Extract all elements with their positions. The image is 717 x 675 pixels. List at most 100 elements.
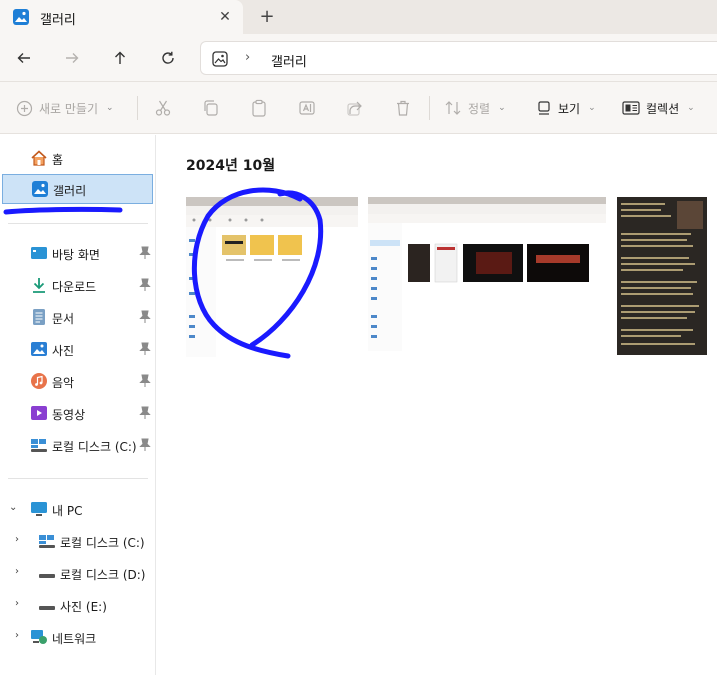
sidebar-item-label: 사진 (52, 344, 75, 358)
sidebar-item-music[interactable]: 음악 (0, 366, 156, 396)
sidebar-item-pictures[interactable]: 사진 (0, 334, 156, 364)
sidebar-item-local-disk-c[interactable]: 로컬 디스크 (C:) (0, 430, 156, 460)
new-button-label: 새로 만들기 (39, 101, 99, 116)
sidebar-item-network[interactable]: › 네트워크 (0, 622, 156, 652)
rename-icon (299, 101, 315, 115)
arrow-up-icon (115, 51, 125, 64)
sidebar-item-videos[interactable]: 동영상 (0, 398, 156, 428)
up-button[interactable] (108, 46, 132, 70)
new-tab-button[interactable]: + (256, 6, 278, 28)
sidebar-item-label: 홈 (52, 153, 64, 167)
sidebar-item-label: 문서 (52, 312, 75, 326)
sidebar-item-label: 네트워크 (52, 632, 97, 646)
video-icon (31, 406, 47, 420)
pc-icon (31, 502, 47, 516)
sidebar-item-gallery[interactable]: 갤러리 (2, 174, 153, 204)
pin-icon[interactable] (139, 278, 151, 292)
sidebar-item-label: 로컬 디스크 (D:) (60, 568, 146, 582)
trash-icon (397, 100, 409, 116)
sidebar-item-label: 다운로드 (52, 280, 97, 294)
sort-button[interactable]: 정렬 ⌄ (444, 96, 506, 120)
desktop-icon (31, 247, 47, 259)
music-icon (31, 373, 47, 389)
chevron-right-icon[interactable]: › (15, 630, 19, 641)
tab-gallery[interactable]: 갤러리 ✕ (0, 0, 243, 34)
sidebar-item-downloads[interactable]: 다운로드 (0, 270, 156, 300)
divider (8, 478, 148, 479)
delete-button[interactable] (394, 96, 412, 120)
explorer-screenshot-image (186, 197, 358, 357)
chevron-right-icon[interactable]: › (15, 566, 19, 577)
breadcrumb-gallery[interactable]: 갤러리 (271, 51, 307, 70)
share-button[interactable] (346, 96, 364, 120)
view-label: 보기 (558, 101, 581, 116)
chevron-right-icon[interactable]: › (15, 534, 19, 545)
drive-icon (39, 606, 55, 610)
sidebar-item-label: 사진 (E:) (60, 600, 107, 614)
copy-icon (204, 100, 218, 116)
chevron-down-icon[interactable]: ⌄ (9, 502, 17, 513)
clipboard-icon (252, 99, 266, 117)
home-icon (31, 150, 47, 166)
gallery-thumbnail[interactable] (186, 197, 358, 357)
pin-icon[interactable] (139, 310, 151, 324)
rename-button[interactable] (298, 96, 316, 120)
pin-icon[interactable] (139, 438, 151, 452)
sidebar-item-drive-c[interactable]: › 로컬 디스크 (C:) (0, 526, 156, 556)
sidebar-item-label: 내 PC (52, 504, 83, 518)
copy-button[interactable] (202, 96, 220, 120)
sort-label: 정렬 (468, 101, 491, 116)
divider (8, 223, 148, 224)
sidebar-item-documents[interactable]: 문서 (0, 302, 156, 332)
breadcrumb-separator: › (245, 50, 251, 65)
sort-icon (445, 101, 461, 115)
sidebar-item-label: 동영상 (52, 408, 86, 422)
sidebar-item-label: 로컬 디스크 (C:) (60, 536, 145, 550)
tab-close-button[interactable]: ✕ (214, 6, 236, 28)
cut-button[interactable] (154, 96, 172, 120)
navigation-bar: › 갤러리 (0, 34, 717, 82)
gallery-outline-icon (212, 51, 228, 67)
pin-icon[interactable] (139, 374, 151, 388)
gallery-thumbnail[interactable] (617, 197, 707, 355)
tab-title: 갤러리 (40, 13, 76, 28)
sidebar-item-drive-d[interactable]: › 로컬 디스크 (D:) (0, 558, 156, 588)
sidebar-item-this-pc[interactable]: ⌄ 내 PC (0, 494, 156, 524)
gallery-icon (32, 181, 48, 197)
gallery-icon (13, 9, 29, 25)
windows-drive-icon (39, 535, 55, 548)
view-icon (538, 101, 550, 115)
address-bar[interactable]: › 갤러리 (200, 41, 717, 75)
pin-icon[interactable] (139, 406, 151, 420)
sidebar-item-home[interactable]: 홈 (0, 143, 156, 173)
refresh-button[interactable] (156, 46, 180, 70)
pin-icon[interactable] (139, 246, 151, 260)
explorer-game-screenshot-image (368, 197, 606, 351)
view-button[interactable]: 보기 ⌄ (536, 96, 596, 120)
gallery-content: 2024년 10월 (157, 135, 717, 675)
chevron-right-icon[interactable]: › (15, 598, 19, 609)
scissors-icon (155, 100, 171, 116)
sidebar-item-desktop[interactable]: 바탕 화면 (0, 238, 156, 268)
chevron-down-icon: ⌄ (588, 103, 596, 113)
new-button[interactable]: 새로 만들기 ⌄ (16, 96, 114, 120)
arrow-left-icon (17, 53, 30, 63)
chevron-down-icon: ⌄ (498, 103, 506, 113)
forward-button[interactable] (60, 46, 84, 70)
sidebar-item-label: 음악 (52, 376, 75, 390)
paste-button[interactable] (250, 96, 268, 120)
back-button[interactable] (12, 46, 36, 70)
windows-drive-icon (31, 439, 47, 452)
gallery-thumbnail[interactable] (368, 197, 606, 351)
pin-icon[interactable] (139, 342, 151, 356)
plus-circle-icon (16, 100, 33, 116)
game-text-screenshot-image (617, 197, 707, 355)
drive-icon (39, 574, 55, 578)
refresh-icon (162, 51, 174, 64)
sidebar-item-drive-e[interactable]: › 사진 (E:) (0, 590, 156, 620)
separator (429, 96, 430, 120)
collection-label: 컬렉션 (646, 101, 680, 116)
download-icon (33, 278, 45, 293)
tab-strip: 갤러리 ✕ + (0, 0, 717, 34)
collection-button[interactable]: 컬렉션 ⌄ (622, 96, 695, 120)
